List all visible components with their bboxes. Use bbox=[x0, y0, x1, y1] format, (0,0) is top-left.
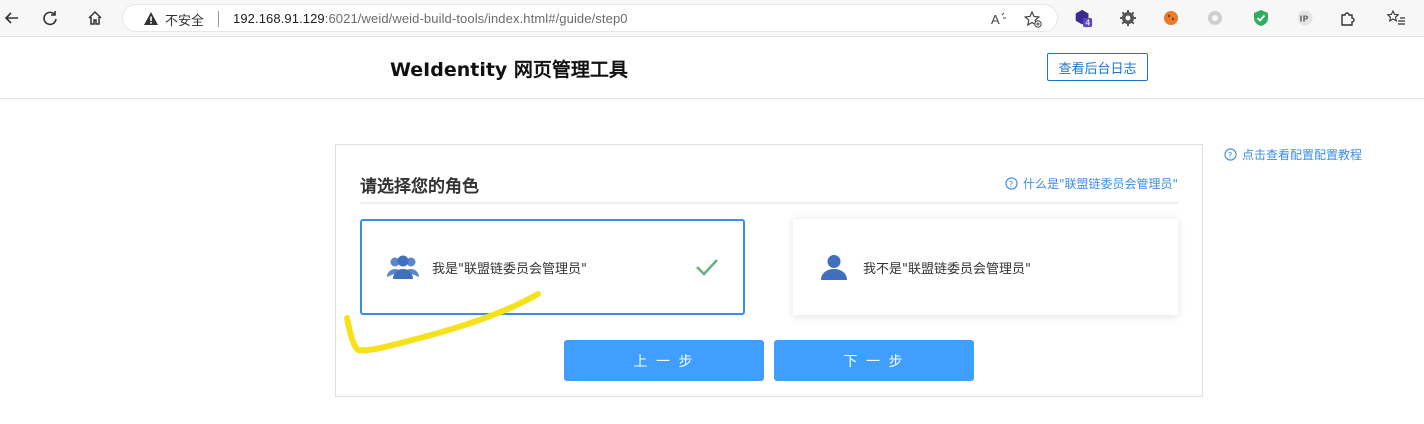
favorites-list-icon[interactable] bbox=[1386, 8, 1406, 28]
panel-divider bbox=[360, 202, 1178, 204]
panel-title: 请选择您的角色 bbox=[360, 177, 479, 197]
what-is-admin-link[interactable]: ? 什么是"联盟链委员会管理员" bbox=[1005, 175, 1178, 192]
url-text[interactable]: 192.168.91.129:6021/weid/weid-build-tool… bbox=[233, 11, 628, 26]
role-selection-panel: 请选择您的角色 ? 什么是"联盟链委员会管理员" 我是"联盟链委员会管理员" 我… bbox=[335, 144, 1203, 397]
previous-step-button[interactable]: 上 一 步 bbox=[564, 340, 764, 381]
help-circle-icon: ? bbox=[1224, 148, 1237, 161]
back-icon[interactable] bbox=[0, 6, 24, 30]
extension-hex-icon[interactable]: 4 bbox=[1073, 8, 1093, 28]
role-option-admin[interactable]: 我是"联盟链委员会管理员" bbox=[360, 219, 745, 315]
read-aloud-icon[interactable]: A bbox=[991, 10, 1009, 28]
refresh-icon[interactable] bbox=[38, 6, 62, 30]
extensions-puzzle-icon[interactable] bbox=[1338, 8, 1358, 28]
svg-text:A: A bbox=[991, 12, 1000, 27]
tutorial-link[interactable]: ? 点击查看配置配置教程 bbox=[1224, 146, 1362, 163]
view-logs-button[interactable]: 查看后台日志 bbox=[1047, 53, 1148, 81]
warning-icon[interactable] bbox=[143, 11, 159, 27]
disabled-extension-icon[interactable] bbox=[1205, 8, 1225, 28]
svg-text:IP: IP bbox=[1300, 15, 1309, 24]
single-user-icon bbox=[817, 252, 851, 282]
svg-text:?: ? bbox=[1228, 150, 1232, 160]
address-divider bbox=[218, 11, 219, 27]
what-is-admin-label[interactable]: 什么是"联盟链委员会管理员" bbox=[1023, 175, 1178, 192]
ip-extension-icon[interactable]: IP bbox=[1295, 8, 1315, 28]
users-group-icon bbox=[386, 252, 420, 282]
role-option-non-admin[interactable]: 我不是"联盟链委员会管理员" bbox=[793, 219, 1178, 315]
cookie-extension-icon[interactable] bbox=[1161, 8, 1181, 28]
tutorial-link-label[interactable]: 点击查看配置配置教程 bbox=[1242, 146, 1362, 163]
help-circle-icon: ? bbox=[1005, 177, 1018, 190]
browser-toolbar: 不安全 192.168.91.129:6021/weid/weid-build-… bbox=[0, 0, 1424, 37]
shield-check-icon[interactable] bbox=[1251, 8, 1271, 28]
svg-text:4: 4 bbox=[1085, 18, 1090, 28]
check-icon bbox=[695, 257, 719, 281]
app-header: WeIdentity 网页管理工具 查看后台日志 bbox=[0, 37, 1424, 99]
role-option-non-admin-label: 我不是"联盟链委员会管理员" bbox=[863, 261, 1031, 277]
add-favorite-icon[interactable] bbox=[1024, 10, 1042, 28]
svg-text:?: ? bbox=[1009, 179, 1013, 189]
gear-extension-icon[interactable] bbox=[1118, 8, 1138, 28]
app-title: WeIdentity 网页管理工具 bbox=[390, 59, 628, 81]
role-option-admin-label: 我是"联盟链委员会管理员" bbox=[432, 261, 587, 277]
security-status[interactable]: 不安全 bbox=[165, 10, 204, 29]
address-bar[interactable]: 不安全 192.168.91.129:6021/weid/weid-build-… bbox=[122, 4, 1058, 32]
next-step-button[interactable]: 下 一 步 bbox=[774, 340, 974, 381]
home-icon[interactable] bbox=[83, 6, 107, 30]
